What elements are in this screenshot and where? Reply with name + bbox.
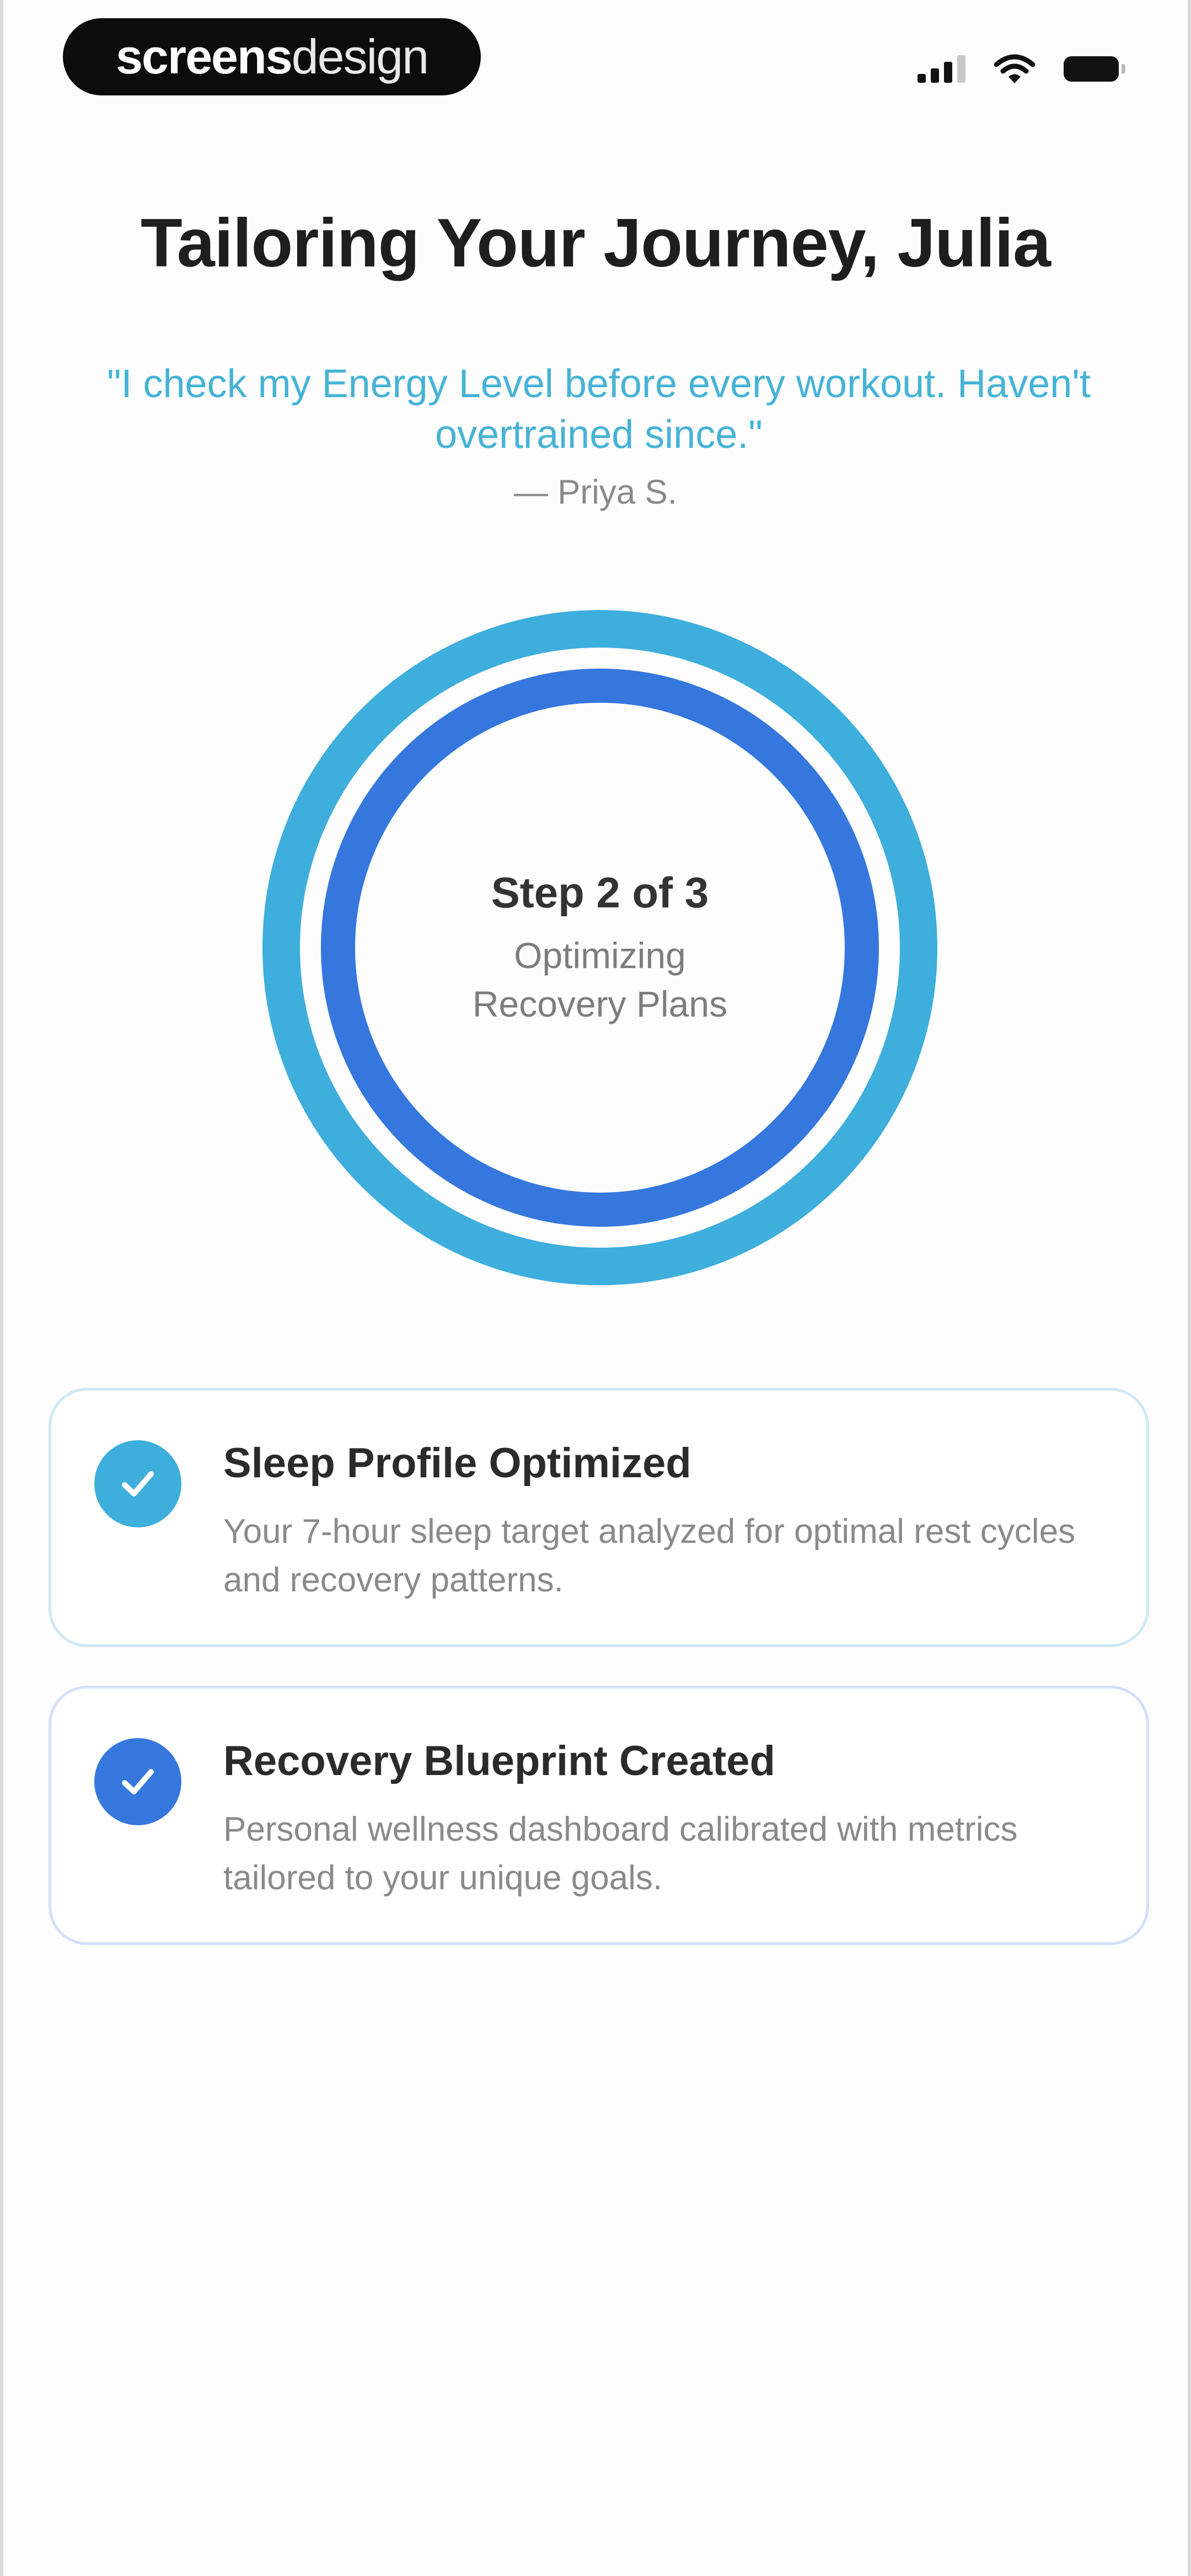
page-title: Tailoring Your Journey, Julia [141, 205, 1051, 281]
check-icon [94, 1440, 181, 1527]
task-card-sleep-profile: Sleep Profile Optimized Your 7-hour slee… [49, 1388, 1149, 1647]
task-description: Your 7-hour sleep target analyzed for op… [223, 1513, 1076, 1599]
task-card-recovery-blueprint: Recovery Blueprint Created Personal well… [49, 1686, 1149, 1945]
check-icon [94, 1738, 181, 1825]
testimonial-quote: "I check my Energy Level before every wo… [106, 362, 1091, 457]
current-task-label: Optimizing Recovery Plans [472, 934, 728, 1024]
step-indicator: Step 2 of 3 [491, 868, 709, 917]
battery-icon [1064, 56, 1125, 82]
progress-ring-text: Step 2 of 3 Optimizing Recovery Plans [258, 606, 942, 1290]
progress-ring: Step 2 of 3 Optimizing Recovery Plans [258, 606, 942, 1290]
signal-icon [918, 55, 965, 83]
brand-logo-bold-text: screens [115, 29, 293, 84]
testimonial-author: — Priya S. [513, 473, 678, 511]
task-title: Recovery Blueprint Created [223, 1738, 775, 1784]
task-description: Personal wellness dashboard calibrated w… [223, 1810, 1018, 1897]
brand-logo: screens design [63, 18, 481, 95]
status-icons [918, 50, 1125, 88]
onboarding-screen: screens design Tailoring Your Journey, Ju… [0, 0, 1191, 2576]
wifi-icon [994, 54, 1035, 83]
brand-logo-light-text: design [291, 29, 429, 84]
task-title: Sleep Profile Optimized [223, 1440, 691, 1487]
